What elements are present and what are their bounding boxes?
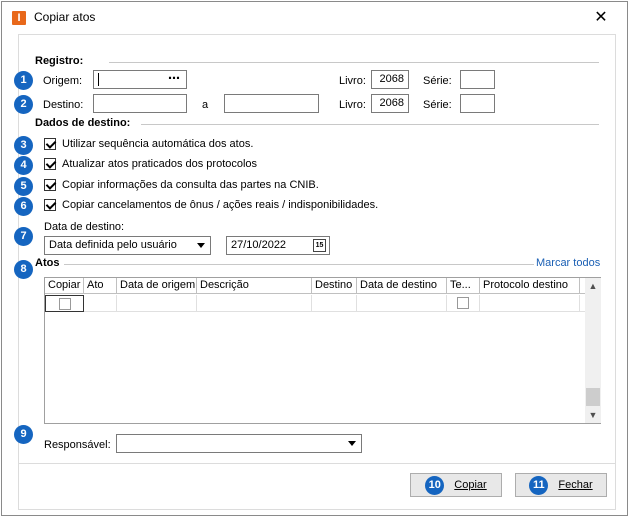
origem-serie-input[interactable] <box>460 70 495 89</box>
option-copiar-cnib[interactable]: Copiar informações da consulta das parte… <box>44 179 319 195</box>
option-copiar-cancelamentos[interactable]: Copiar cancelamentos de ônus / ações rea… <box>44 199 378 215</box>
origem-browse-button[interactable]: ⋯ <box>164 72 184 87</box>
badge-8: 8 <box>14 260 33 279</box>
responsavel-label: Responsável: <box>44 439 111 451</box>
option-sequencia-automatica[interactable]: Utilizar sequência automática dos atos. <box>44 138 253 154</box>
col-te[interactable]: Te... <box>447 278 480 294</box>
scroll-thumb[interactable] <box>586 388 600 406</box>
data-origem-cell[interactable] <box>117 295 197 312</box>
registro-divider <box>109 62 599 63</box>
destino-serie-input[interactable] <box>460 94 495 113</box>
registro-heading: Registro: <box>35 55 84 67</box>
checkbox[interactable] <box>44 158 56 171</box>
vertical-scrollbar[interactable]: ▲ ▼ <box>585 278 601 423</box>
dialog-window: I Copiar atos ✕ Registro: 1 Origem: ⋯ Li… <box>1 1 628 516</box>
responsavel-select[interactable] <box>116 434 362 453</box>
atos-heading: Atos <box>35 257 60 269</box>
window-title: Copiar atos <box>34 10 96 24</box>
descricao-cell[interactable] <box>197 295 312 312</box>
badge-6: 6 <box>14 197 33 216</box>
dados-heading: Dados de destino: <box>35 117 131 129</box>
checkbox[interactable] <box>44 138 56 151</box>
atos-grid[interactable]: Copiar Ato Data de origem Descrição Dest… <box>44 277 601 424</box>
origem-label: Origem: <box>43 75 83 87</box>
te-cell[interactable] <box>447 295 480 312</box>
badge-1: 1 <box>14 71 33 90</box>
chevron-up-icon[interactable]: ▲ <box>585 278 601 294</box>
checkbox[interactable] <box>44 199 56 212</box>
chevron-down-icon[interactable]: ▼ <box>585 407 601 423</box>
origem-livro-input[interactable]: 2068 <box>371 70 409 89</box>
destino-livro-label: Livro: <box>339 99 366 111</box>
dialog-body: Registro: 1 Origem: ⋯ Livro: 2068 Série:… <box>14 34 616 464</box>
dialog-footer: 10 Copiar 11 Fechar <box>18 464 616 510</box>
fechar-button[interactable]: 11 Fechar <box>515 473 607 497</box>
destino-livro-input[interactable]: 2068 <box>371 94 409 113</box>
marcar-todos-link[interactable]: Marcar todos <box>536 257 600 269</box>
destino-to-input[interactable] <box>224 94 319 113</box>
close-icon[interactable]: ✕ <box>588 7 614 29</box>
destino-serie-label: Série: <box>423 99 452 111</box>
col-data-origem[interactable]: Data de origem <box>117 278 197 294</box>
badge-11: 11 <box>529 475 549 495</box>
table-row[interactable] <box>45 295 585 312</box>
col-descricao[interactable]: Descrição <box>197 278 312 294</box>
origem-serie-label: Série: <box>423 75 452 87</box>
chevron-down-icon[interactable] <box>195 239 208 252</box>
atos-divider <box>64 264 534 265</box>
app-logo-icon: I <box>12 11 26 25</box>
title-bar: I Copiar atos ✕ <box>2 2 627 34</box>
data-destino-label: Data de destino: <box>44 221 125 233</box>
badge-2: 2 <box>14 95 33 114</box>
grid-header: Copiar Ato Data de origem Descrição Dest… <box>45 278 585 294</box>
badge-4: 4 <box>14 156 33 175</box>
destino-label: Destino: <box>43 99 84 111</box>
copiar-button[interactable]: 10 Copiar <box>410 473 502 497</box>
col-copiar[interactable]: Copiar <box>45 278 84 294</box>
origem-livro-label: Livro: <box>339 75 366 87</box>
copiar-cell[interactable] <box>45 295 84 312</box>
badge-7: 7 <box>14 227 33 246</box>
date-input[interactable]: 27/10/2022 15 <box>226 236 330 255</box>
checkbox[interactable] <box>59 298 71 310</box>
ato-cell[interactable] <box>84 295 117 312</box>
calendar-icon[interactable]: 15 <box>313 239 326 252</box>
origem-input[interactable]: ⋯ <box>93 70 187 89</box>
dados-divider <box>141 124 599 125</box>
col-destino[interactable]: Destino <box>312 278 357 294</box>
checkbox[interactable] <box>457 297 469 309</box>
data-destino-cell[interactable] <box>357 295 447 312</box>
range-separator: a <box>202 99 209 111</box>
protocolo-destino-cell[interactable] <box>480 295 580 312</box>
col-ato[interactable]: Ato <box>84 278 117 294</box>
destino-cell[interactable] <box>312 295 357 312</box>
col-data-destino[interactable]: Data de destino <box>357 278 447 294</box>
badge-9: 9 <box>14 425 33 444</box>
chevron-down-icon[interactable] <box>346 437 359 450</box>
badge-10: 10 <box>425 475 445 495</box>
option-atualizar-atos[interactable]: Atualizar atos praticados dos protocolos <box>44 158 257 174</box>
badge-5: 5 <box>14 177 33 196</box>
text-caret <box>98 73 99 86</box>
checkbox[interactable] <box>44 179 56 192</box>
destino-from-input[interactable] <box>93 94 187 113</box>
col-protocolo-destino[interactable]: Protocolo destino <box>480 278 580 294</box>
data-mode-select[interactable]: Data definida pelo usuário <box>44 236 211 255</box>
badge-3: 3 <box>14 136 33 155</box>
